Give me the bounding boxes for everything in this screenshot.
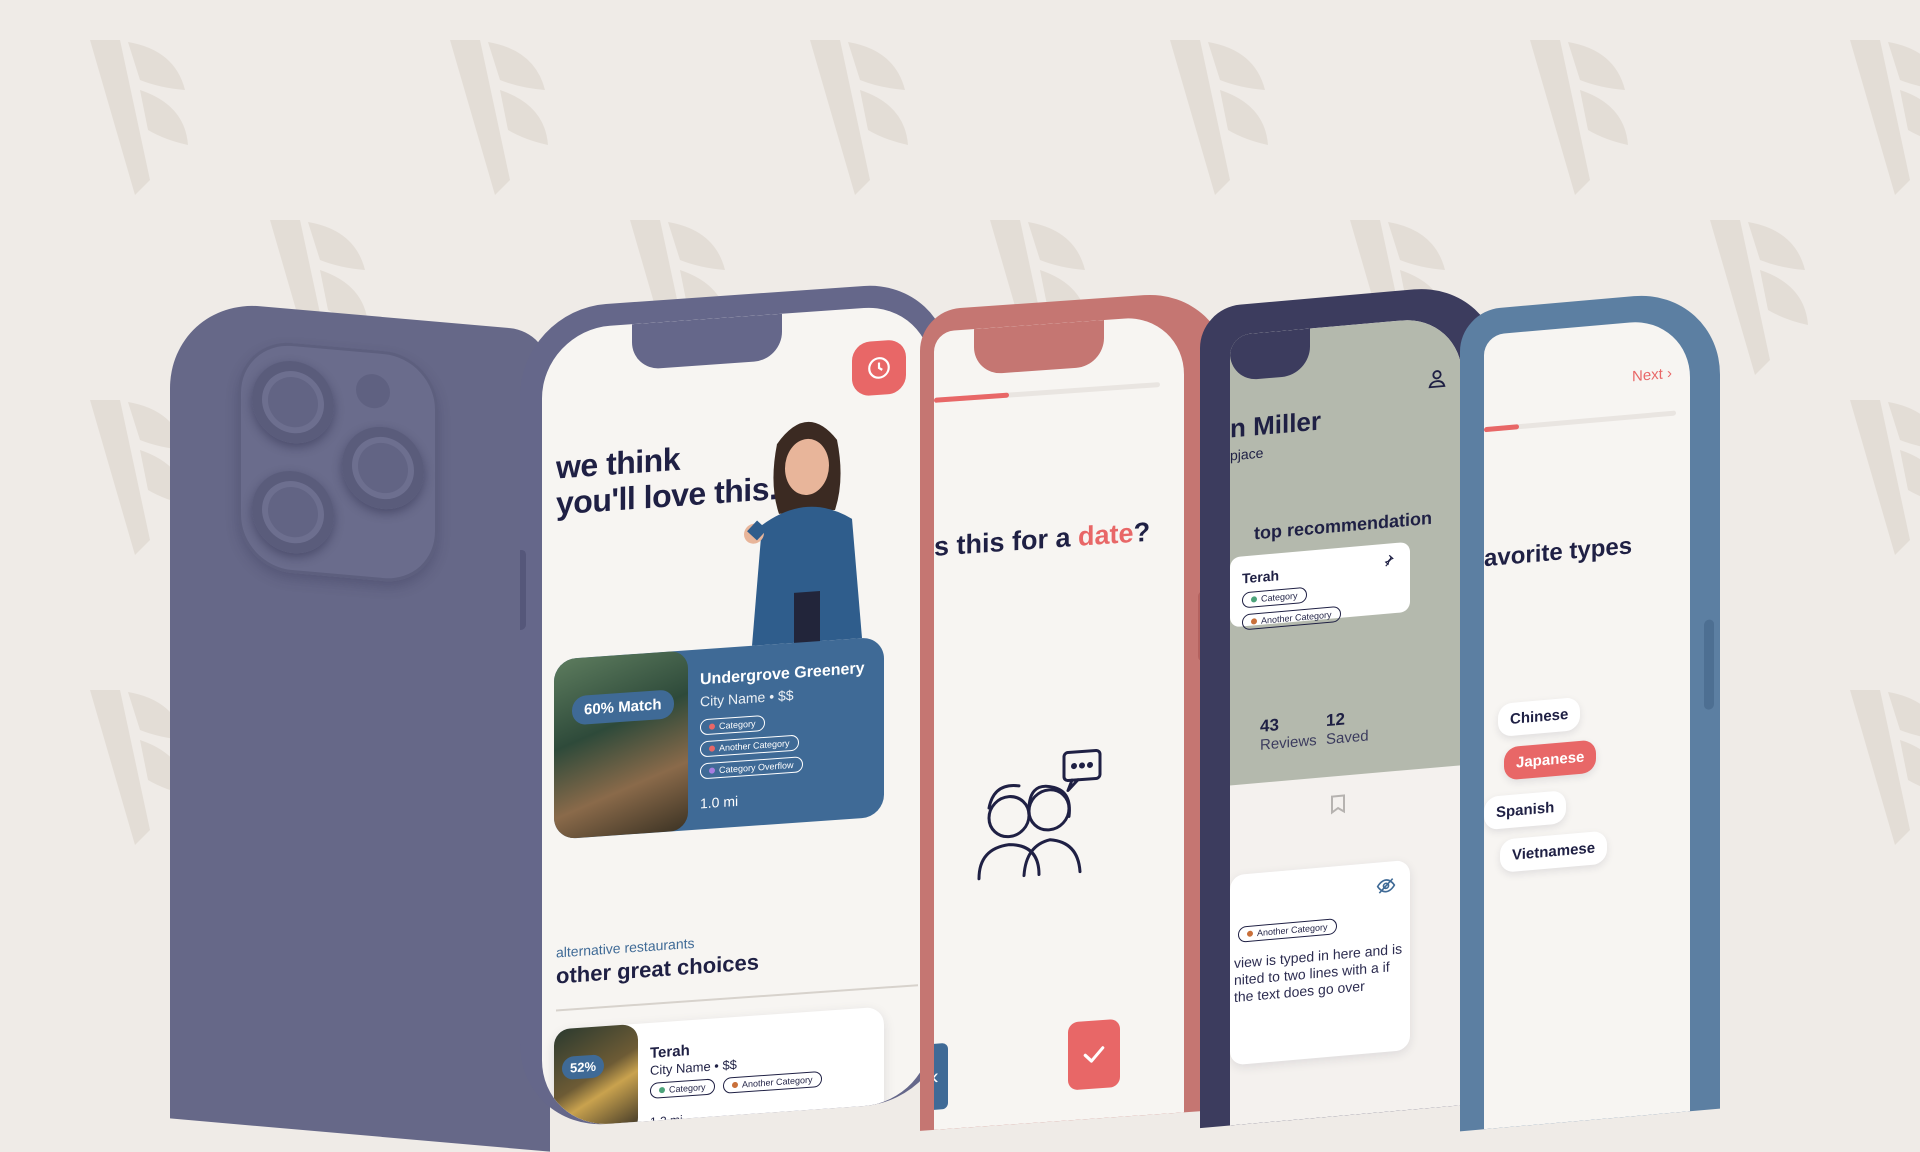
home-screen: we think you'll love this. 60% Match Und…: [542, 303, 932, 1129]
chip-chinese[interactable]: Chinese: [1498, 696, 1581, 738]
restaurant-subtitle: City Name • $$: [700, 686, 794, 710]
restaurant-distance: 1.0 mi: [700, 792, 739, 812]
chevron-left-icon: ‹: [934, 1063, 939, 1090]
phone-back: [170, 298, 550, 1152]
leaf-pattern-icon: [1850, 690, 1920, 845]
leaf-pattern-icon: [1530, 40, 1628, 195]
leaf-pattern-icon: [810, 40, 908, 195]
restaurant-distance: 1.2 mi: [650, 1112, 683, 1129]
progress-bar: [1484, 410, 1676, 433]
leaf-pattern-icon: [1850, 40, 1920, 195]
stat-saved: 12 Saved: [1326, 709, 1369, 749]
bookmark-icon[interactable]: [1330, 793, 1346, 815]
camera-lens: [342, 423, 424, 513]
phone-types: Next › avorite types Chinese Japanese Sp…: [1460, 288, 1720, 1132]
couple-icon: [977, 749, 1102, 881]
notch: [1230, 328, 1310, 382]
leaf-pattern-icon: [1710, 220, 1808, 375]
notch: [632, 313, 782, 371]
category-tags: Category Another Category Category Overf…: [700, 706, 870, 784]
leaf-pattern-icon: [1170, 40, 1268, 195]
leaf-pattern-icon: [1850, 400, 1920, 555]
category-tag: Another Category: [700, 734, 799, 758]
question-title: s this for a date?: [934, 516, 1151, 562]
avatar-illustration: [744, 421, 862, 653]
category-tag: Category: [700, 714, 765, 736]
leaf-pattern-icon: [90, 40, 188, 195]
chip-japanese[interactable]: Japanese: [1504, 739, 1597, 781]
profile-header: n Miller pjace top recommendation Terah …: [1230, 315, 1462, 786]
review-card[interactable]: Another Category view is typed in here a…: [1230, 859, 1410, 1066]
category-tag: Another Category: [1242, 605, 1341, 631]
category-tags: Category Another Category: [1242, 576, 1410, 635]
phone-home: we think you'll love this. 60% Match Und…: [520, 279, 950, 1131]
match-badge: 52%: [562, 1054, 605, 1081]
camera-module: [238, 338, 438, 586]
profile-screen: n Miller pjace top recommendation Terah …: [1230, 315, 1462, 1126]
notch: [974, 319, 1104, 376]
no-button[interactable]: ‹: [934, 1042, 948, 1111]
restaurant-name: Undergrove Greenery: [700, 659, 865, 689]
history-button[interactable]: [852, 339, 906, 397]
review-text: view is typed in here and is nited to tw…: [1234, 940, 1403, 1006]
category-tag: Category: [1242, 586, 1307, 609]
camera-lens: [252, 467, 334, 557]
next-link[interactable]: Next ›: [1632, 365, 1672, 386]
eye-off-icon[interactable]: [1376, 875, 1396, 897]
chip-vietnamese[interactable]: Vietnamese: [1500, 830, 1608, 873]
camera-lens: [252, 357, 334, 447]
restaurant-photo: [554, 650, 688, 840]
phone-question: s this for a date? ‹: [920, 289, 1230, 1131]
question-title: avorite types: [1484, 532, 1633, 573]
recommendation-card[interactable]: Terah Category Another Category: [1230, 541, 1410, 631]
top-match-card[interactable]: 60% Match Undergrove Greenery City Name …: [554, 636, 884, 840]
phone-profile: n Miller pjace top recommendation Terah …: [1200, 281, 1500, 1129]
category-tag: Category: [650, 1078, 715, 1099]
alternative-card[interactable]: 52% Terah City Name • $$ Category Anothe…: [554, 1006, 884, 1129]
flash-icon: [356, 372, 390, 410]
user-icon[interactable]: [1426, 366, 1448, 390]
section-title: top recommendation: [1254, 507, 1433, 544]
leaf-pattern-icon: [450, 40, 548, 195]
category-tag: Another Category: [1238, 918, 1337, 943]
profile-name: n Miller: [1230, 405, 1322, 444]
history-icon: [868, 357, 890, 379]
restaurant-name: Terah: [1242, 567, 1280, 587]
profile-handle: pjace: [1230, 444, 1264, 464]
chip-spanish[interactable]: Spanish: [1484, 790, 1567, 831]
restaurant-name: Terah: [650, 1042, 690, 1062]
types-screen: Next › avorite types Chinese Japanese Sp…: [1484, 317, 1690, 1130]
pin-icon[interactable]: [1384, 553, 1398, 568]
category-tag: Another Category: [722, 1070, 822, 1094]
check-icon: [1083, 1046, 1105, 1063]
progress-bar: [934, 382, 1160, 403]
category-tag: Category Overflow: [700, 756, 803, 780]
question-screen: s this for a date? ‹: [934, 314, 1184, 1130]
stat-reviews: 43 Reviews: [1260, 715, 1317, 754]
